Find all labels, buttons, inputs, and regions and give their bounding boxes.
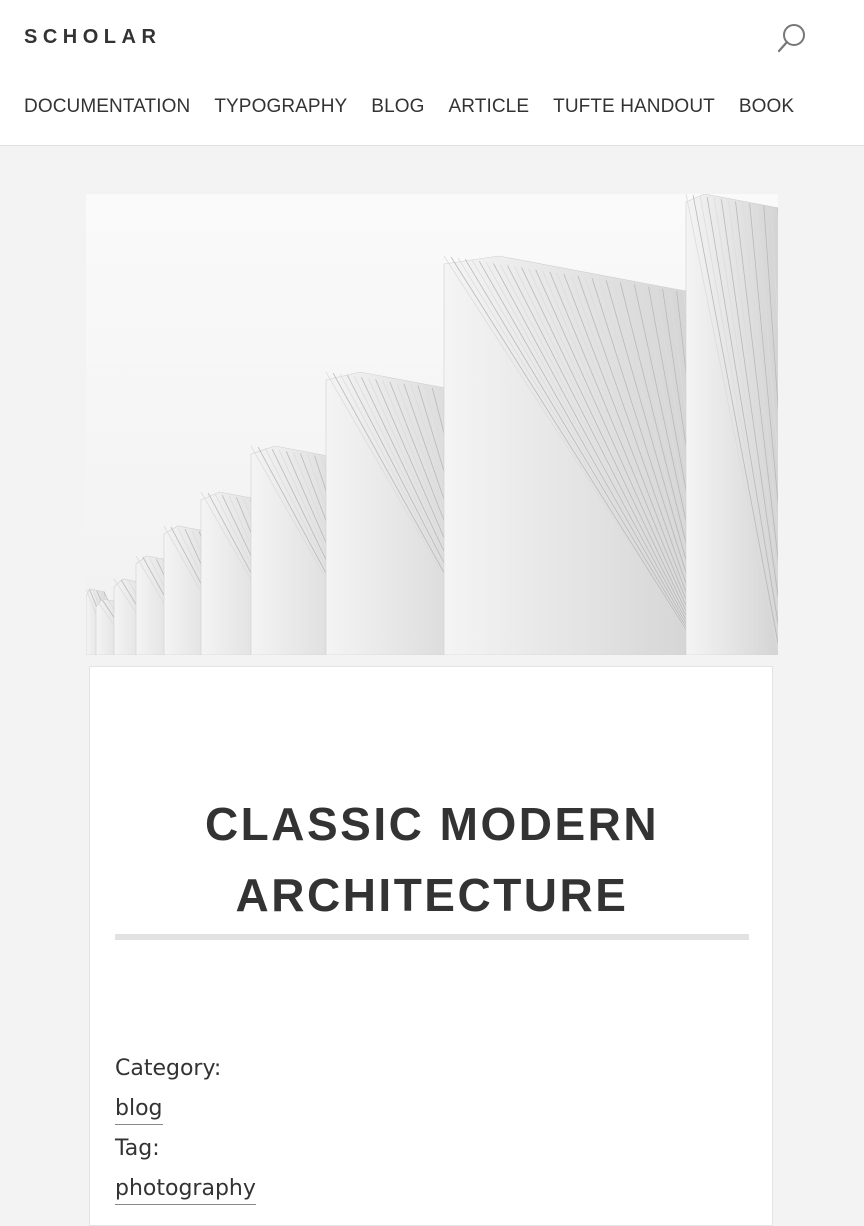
tag-link[interactable]: photography — [115, 1174, 256, 1205]
featured-image — [86, 194, 778, 655]
nav-item-typography[interactable]: TYPOGRAPHY — [214, 96, 347, 118]
nav-item-book[interactable]: BOOK — [739, 96, 794, 118]
site-brand[interactable]: SCHOLAR — [24, 26, 161, 49]
main-nav: DOCUMENTATION TYPOGRAPHY BLOG ARTICLE TU… — [24, 96, 794, 118]
category-label: Category: — [115, 1056, 222, 1081]
nav-item-documentation[interactable]: DOCUMENTATION — [24, 96, 190, 118]
search-button[interactable] — [774, 20, 810, 56]
nav-item-blog[interactable]: BLOG — [371, 96, 424, 118]
search-icon — [777, 24, 805, 53]
site-header: SCHOLAR DOCUMENTATION TYPOGRAPHY BLOG AR… — [0, 0, 864, 146]
post-title: CLASSIC MODERN ARCHITECTURE — [114, 789, 750, 931]
category-link[interactable]: blog — [115, 1094, 163, 1125]
nav-item-tufte-handout[interactable]: TUFTE HANDOUT — [553, 96, 715, 118]
post-title-line-1: CLASSIC MODERN — [204, 798, 660, 850]
title-divider — [115, 934, 749, 940]
post-title-line-2: ARCHITECTURE — [235, 869, 629, 921]
post-card: CLASSIC MODERN ARCHITECTURE Category: bl… — [89, 666, 773, 1226]
architecture-photo — [86, 194, 778, 655]
post-meta: Category: blog Tag: photography — [115, 1049, 256, 1209]
nav-item-article[interactable]: ARTICLE — [449, 96, 530, 118]
tag-label: Tag: — [115, 1136, 160, 1161]
